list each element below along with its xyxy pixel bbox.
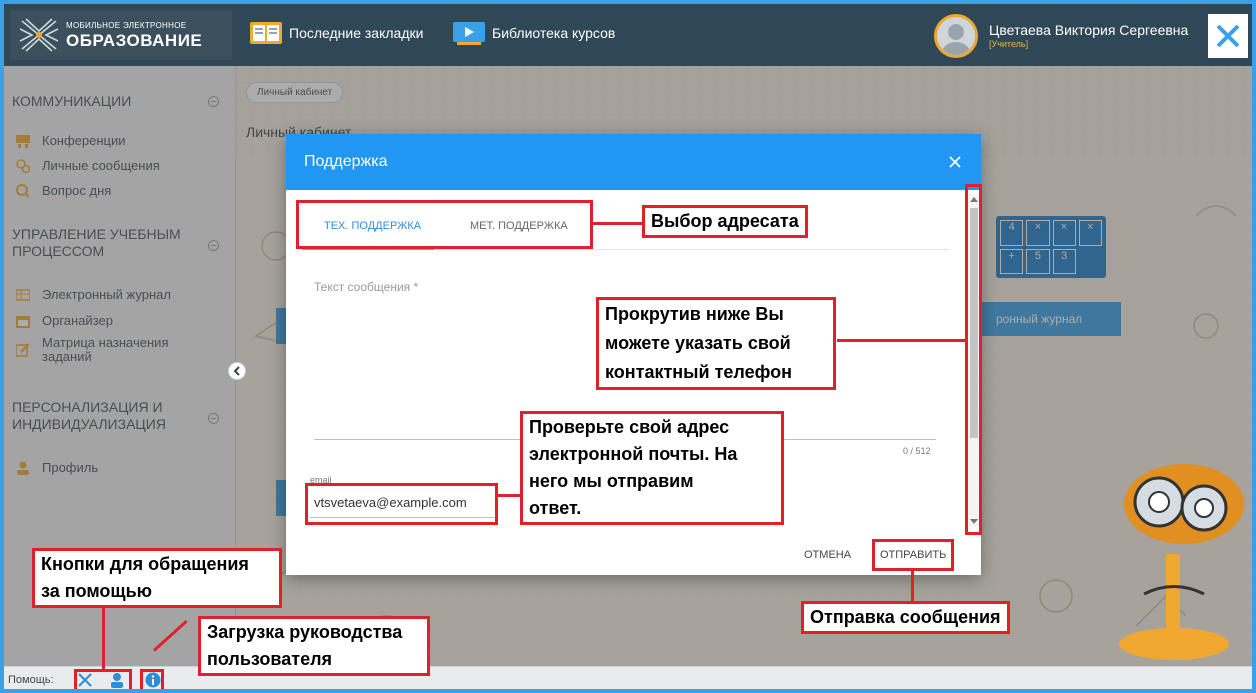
highlight-help-buttons xyxy=(74,669,132,689)
nav-label: Библиотека курсов xyxy=(492,25,616,41)
highlight-manual xyxy=(140,669,164,689)
callout-line: электронной почты. На xyxy=(529,444,738,464)
callout-line: за помощью xyxy=(41,581,153,601)
connector-line xyxy=(911,571,914,601)
highlight-email xyxy=(305,483,498,525)
close-icon xyxy=(1216,24,1240,48)
callout-line: пользователя xyxy=(207,649,333,669)
robot-mascot-image xyxy=(1119,464,1244,660)
dialog-close-button[interactable] xyxy=(949,152,961,173)
help-bar: Помощь: xyxy=(4,666,1252,689)
callout-line: ответ. xyxy=(529,498,582,518)
chevron-left-icon xyxy=(233,366,240,376)
app-window: МОБИЛЬНОЕ ЭЛЕКТРОННОЕ ОБРАЗОВАНИЕ Послед… xyxy=(0,0,1256,693)
user-role: [Учитель] xyxy=(989,39,1029,49)
close-app-button[interactable] xyxy=(1208,14,1248,58)
message-field[interactable]: Текст сообщения * xyxy=(314,280,418,294)
connector-line xyxy=(837,339,965,342)
highlight-tabs xyxy=(296,200,593,249)
callout-line: Загрузка руководства xyxy=(207,622,403,642)
callout-line: Проверьте свой адрес xyxy=(529,417,730,437)
connector-line xyxy=(498,494,520,497)
callout-help-buttons: Кнопки для обращения за помощью xyxy=(32,548,282,608)
user-icon xyxy=(942,24,970,55)
character-counter: 0 / 512 xyxy=(903,446,931,456)
callout-line: него мы отправим xyxy=(529,471,694,491)
callout-scroll: Прокрутив ниже Вы можете указать свой ко… xyxy=(596,297,836,390)
logo[interactable]: МОБИЛЬНОЕ ЭЛЕКТРОННОЕ ОБРАЗОВАНИЕ xyxy=(10,10,232,60)
callout-line: Прокрутив ниже Вы xyxy=(605,304,784,324)
dialog-title: Поддержка xyxy=(304,153,388,170)
close-icon xyxy=(949,156,961,168)
cancel-button[interactable]: ОТМЕНА xyxy=(804,549,851,561)
video-icon xyxy=(453,22,485,45)
logo-title: ОБРАЗОВАНИЕ xyxy=(66,30,203,50)
collapse-sidebar-button[interactable] xyxy=(228,362,246,380)
callout-line: можете указать свой xyxy=(605,333,791,353)
highlight-send xyxy=(872,539,954,571)
callout-line: контактный телефон xyxy=(605,362,793,382)
user-avatar[interactable] xyxy=(934,14,978,58)
help-label: Помощь: xyxy=(8,674,54,686)
logo-icon xyxy=(19,18,59,52)
logo-small-text: МОБИЛЬНОЕ ЭЛЕКТРОННОЕ xyxy=(66,20,187,30)
nav-label: Последние закладки xyxy=(289,25,424,41)
callout-line: Кнопки для обращения xyxy=(41,554,249,574)
book-icon xyxy=(250,22,282,44)
user-name[interactable]: Цветаева Виктория Сергеевна xyxy=(989,22,1188,38)
callout-send: Отправка сообщения xyxy=(801,601,1010,634)
nav-recent-bookmarks[interactable]: Последние закладки xyxy=(249,20,423,46)
nav-course-library[interactable]: Библиотека курсов xyxy=(452,20,615,46)
top-bar: МОБИЛЬНОЕ ЭЛЕКТРОННОЕ ОБРАЗОВАНИЕ Послед… xyxy=(4,4,1252,66)
connector-line xyxy=(593,222,642,225)
callout-email: Проверьте свой адрес электронной почты. … xyxy=(520,411,784,525)
connector-line xyxy=(102,606,105,669)
callout-manual: Загрузка руководства пользователя xyxy=(198,616,430,676)
dialog-header: Поддержка xyxy=(286,134,981,190)
highlight-scrollbar xyxy=(965,184,982,535)
callout-recipient: Выбор адресата xyxy=(642,205,808,238)
